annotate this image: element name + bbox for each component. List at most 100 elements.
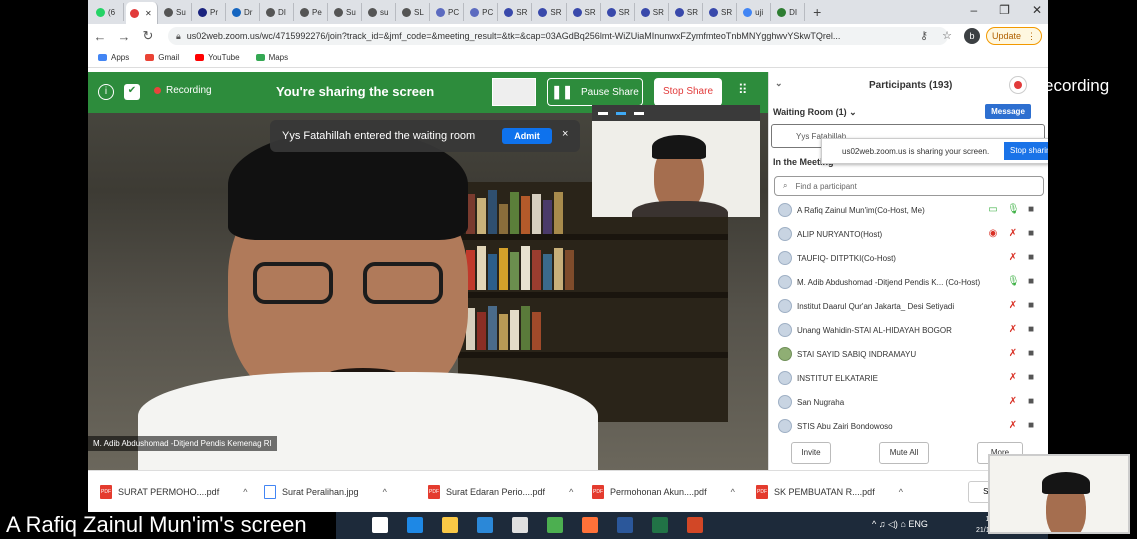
chevron-up-icon[interactable]: ^	[243, 487, 247, 497]
speaker-view-icon[interactable]	[616, 111, 626, 115]
excel-icon[interactable]	[652, 517, 668, 533]
store-icon[interactable]	[512, 517, 528, 533]
stop-share-button[interactable]: Stop Share	[654, 78, 722, 106]
browser-tab[interactable]: (6	[92, 3, 124, 21]
self-video-thumbnail[interactable]	[592, 105, 760, 217]
bookmark-gmail[interactable]: Gmail	[145, 53, 179, 62]
participant-row[interactable]: A Rafiq Zainul Mun'im(Co-Host, Me) ▭ 🎙︎ ■	[769, 198, 1048, 222]
microphone-muted-icon[interactable]: ✗	[1007, 227, 1019, 241]
maximize-button[interactable]: ❐	[999, 3, 1010, 17]
recording-indicator[interactable]: Recording	[154, 85, 212, 96]
camera-icon[interactable]: ■	[1025, 227, 1037, 241]
tab-close-icon[interactable]: ✕	[145, 9, 152, 18]
participant-row[interactable]: INSTITUT ELKATARIE ✗ ■	[769, 366, 1048, 390]
camera-icon[interactable]: ■	[1025, 203, 1037, 217]
download-item[interactable]: PDF SK PEMBUATAN R....pdf ^	[756, 471, 903, 513]
browser-tab[interactable]: PC	[432, 3, 465, 21]
gallery-view-icon[interactable]	[634, 111, 644, 115]
firefox-icon[interactable]	[582, 517, 598, 533]
microphone-muted-icon[interactable]: ✗	[1007, 419, 1019, 433]
browser-tab[interactable]: Pe	[296, 3, 328, 21]
browser-tab[interactable]: SR	[705, 3, 738, 21]
camera-icon[interactable]: ■	[1025, 419, 1037, 433]
minimize-video-icon[interactable]	[598, 111, 608, 115]
mail-icon[interactable]	[477, 517, 493, 533]
microphone-icon[interactable]: 🎙︎	[1007, 275, 1020, 289]
explorer-icon[interactable]	[442, 517, 458, 533]
close-icon[interactable]: ×	[562, 128, 568, 140]
forward-icon[interactable]: →	[112, 29, 136, 44]
download-item[interactable]: PDF Surat Edaran Perio....pdf ^	[428, 471, 573, 513]
browser-tab[interactable]: SR	[500, 3, 533, 21]
bookmark-maps[interactable]: Maps	[255, 53, 288, 62]
microphone-muted-icon[interactable]: ✗	[1007, 395, 1019, 409]
chevron-up-icon[interactable]: ^	[899, 487, 903, 497]
microphone-muted-icon[interactable]: ✗	[1007, 371, 1019, 385]
participant-row[interactable]: Institut Daarul Qur'an Jakarta_ Desi Set…	[769, 294, 1048, 318]
key-icon[interactable]: ⚷	[920, 29, 928, 42]
microphone-icon[interactable]: 🎙︎	[1007, 203, 1020, 217]
chevron-down-icon[interactable]: ⌄	[775, 78, 783, 89]
camera-icon[interactable]: ■	[1025, 275, 1037, 289]
message-button[interactable]: Message	[985, 104, 1031, 119]
browser-tab[interactable]: SR	[569, 3, 601, 21]
chevron-up-icon[interactable]: ^	[569, 487, 573, 497]
participant-row[interactable]: STAI SAYID SABIQ INDRAMAYU ✗ ■	[769, 342, 1048, 366]
waiting-room-header[interactable]: Waiting Room (1) ⌄	[773, 107, 857, 118]
info-icon[interactable]: i	[98, 84, 114, 100]
participant-row[interactable]: San Nugraha ✗ ■	[769, 390, 1048, 414]
browser-tab[interactable]: ✕	[126, 2, 158, 24]
camera-icon[interactable]: ■	[1025, 371, 1037, 385]
browser-tab[interactable]: Dr	[228, 3, 260, 21]
browser-tab[interactable]: Su	[160, 3, 192, 21]
address-bar[interactable]: 🔒︎ us02web.zoom.us/wc/4715992276/join?tr…	[168, 27, 948, 45]
minimize-button[interactable]: –	[970, 3, 977, 17]
chevron-up-icon[interactable]: ^	[731, 487, 735, 497]
star-icon[interactable]: ☆	[942, 29, 952, 42]
camera-icon[interactable]: ■	[1025, 347, 1037, 361]
participant-row[interactable]: TAUFIQ- DITPTKI(Co-Host) ✗ ■	[769, 246, 1048, 270]
browser-tab[interactable]: SR	[534, 3, 567, 21]
camera-icon[interactable]: ■	[1025, 323, 1037, 337]
participant-row[interactable]: M. Adib Abdushomad -Ditjend Pendis K... …	[769, 270, 1048, 294]
more-options-icon[interactable]: ⠿	[738, 82, 748, 98]
admit-button[interactable]: Admit	[502, 128, 552, 144]
download-item[interactable]: PDF SURAT PERMOHO....pdf ^	[100, 471, 247, 513]
shield-icon[interactable]: ✔	[124, 84, 140, 100]
microphone-muted-icon[interactable]: ✗	[1007, 299, 1019, 313]
participant-row[interactable]: ALIP NURYANTO(Host) ◉ ✗ ■	[769, 222, 1048, 246]
browser-tab[interactable]: Su	[330, 3, 362, 21]
camera-icon[interactable]: ■	[1025, 251, 1037, 265]
browser-tab[interactable]: SR	[603, 3, 635, 21]
camera-icon[interactable]: ■	[1025, 299, 1037, 313]
new-tab-button[interactable]: +	[813, 4, 821, 20]
browser-tab[interactable]: PC	[466, 3, 499, 21]
microphone-muted-icon[interactable]: ✗	[1007, 251, 1019, 265]
browser-tab[interactable]: DI	[262, 3, 294, 21]
close-window-button[interactable]: ✕	[1032, 3, 1042, 17]
powerpoint-icon[interactable]	[687, 517, 703, 533]
chrome-icon[interactable]	[547, 517, 563, 533]
participant-row[interactable]: Unang Wahidin-STAI AL-HIDAYAH BOGOR ✗ ■	[769, 318, 1048, 342]
browser-tab[interactable]: su	[364, 3, 396, 21]
shared-screen-thumbnail[interactable]	[492, 78, 536, 106]
browser-tab[interactable]: SR	[637, 3, 669, 21]
camera-icon[interactable]: ■	[1025, 395, 1037, 409]
system-tray[interactable]: ^ ♫ ◁) ⌂ ENG	[872, 519, 928, 530]
back-icon[interactable]: ←	[88, 29, 112, 44]
task-view-icon[interactable]	[372, 517, 388, 533]
profile-avatar[interactable]: b	[964, 28, 980, 44]
find-participant-input[interactable]: ⌕ Find a participant	[774, 176, 1044, 196]
browser-tab[interactable]: SR	[671, 3, 703, 21]
reload-icon[interactable]: ↻	[136, 28, 160, 44]
update-button[interactable]: Update ⋮	[986, 27, 1042, 45]
browser-tab[interactable]: DI	[773, 3, 806, 21]
browser-tab[interactable]: uji	[739, 3, 772, 21]
browser-tab[interactable]: SL	[398, 3, 430, 21]
bookmark-apps[interactable]: Apps	[98, 53, 129, 62]
invite-button[interactable]: Invite	[791, 442, 831, 464]
word-icon[interactable]	[617, 517, 633, 533]
microphone-muted-icon[interactable]: ✗	[1007, 323, 1019, 337]
microphone-muted-icon[interactable]: ✗	[1007, 347, 1019, 361]
bookmark-youtube[interactable]: YouTube	[195, 53, 240, 62]
